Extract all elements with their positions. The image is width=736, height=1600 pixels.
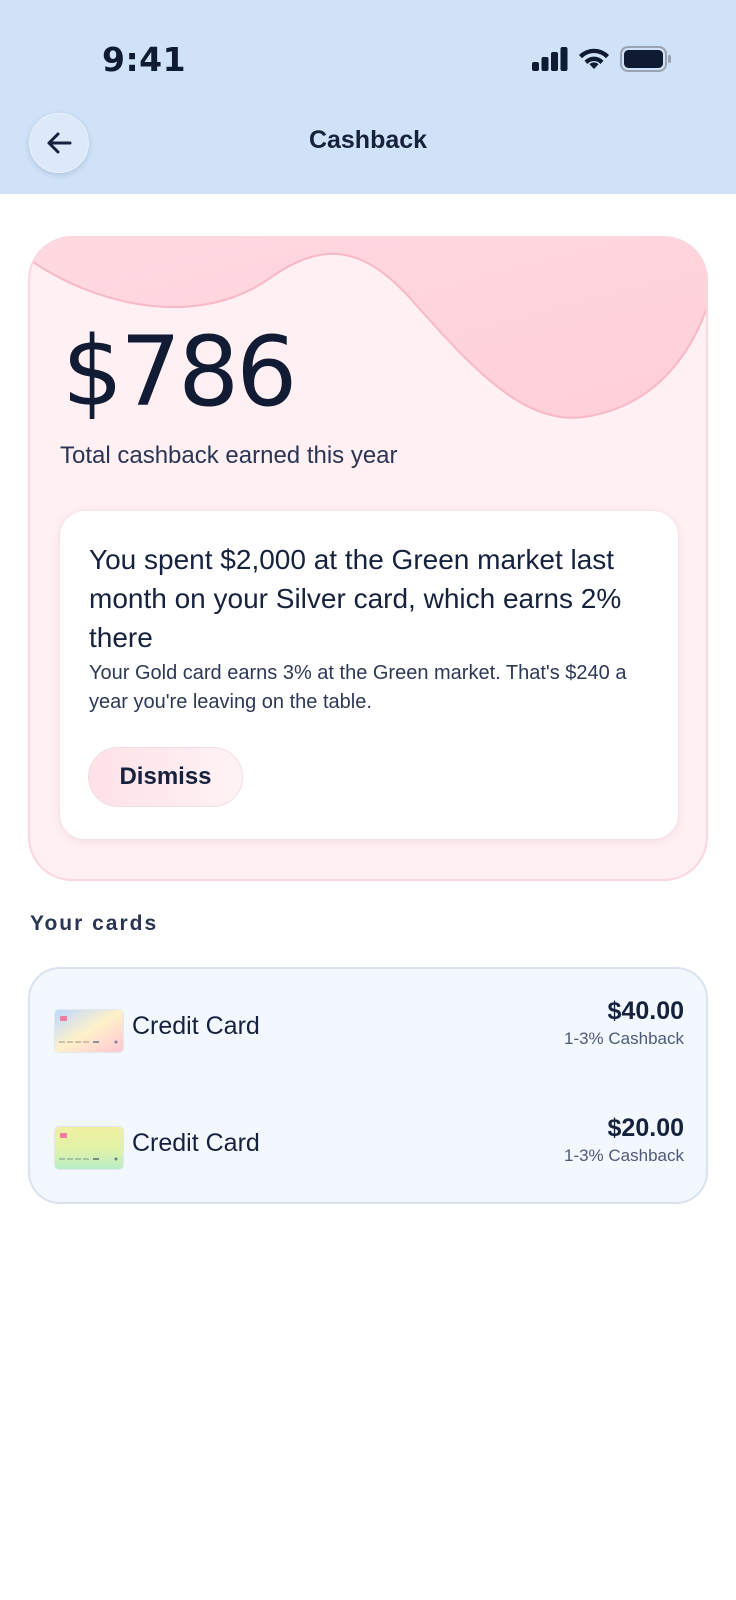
cards-list: Credit Card $40.00 1-3% Cashback Credit … xyxy=(28,967,708,1204)
page-title: Cashback xyxy=(308,126,428,154)
cellular-signal-icon xyxy=(532,47,568,71)
card-row[interactable]: Credit Card $40.00 1-3% Cashback xyxy=(30,997,706,1105)
card-cashback-rate: 1-3% Cashback xyxy=(563,1029,684,1048)
your-cards-heading: Your cards xyxy=(30,912,159,935)
credit-card-thumbnail xyxy=(54,1009,124,1053)
dismiss-button[interactable]: Dismiss xyxy=(88,747,243,807)
status-time: 9:41 xyxy=(102,40,187,79)
insight-card: You spent $2,000 at the Green market las… xyxy=(59,510,679,840)
card-cashback-rate: 1-3% Cashback xyxy=(563,1146,684,1165)
app-header: 9:41 Cashback xyxy=(0,0,736,194)
cashback-summary-card: $786 Total cashback earned this year You… xyxy=(28,236,708,881)
card-name: Credit Card xyxy=(132,1012,260,1040)
card-row[interactable]: Credit Card $20.00 1-3% Cashback xyxy=(30,1114,706,1222)
card-cashback-amount: $20.00 xyxy=(607,1114,684,1142)
status-icons xyxy=(532,44,672,74)
card-name: Credit Card xyxy=(132,1129,260,1157)
card-cashback-amount: $40.00 xyxy=(607,997,684,1025)
credit-card-thumbnail xyxy=(54,1126,124,1170)
battery-icon xyxy=(620,46,671,72)
wifi-icon xyxy=(579,48,609,69)
total-cashback-amount: $786 xyxy=(62,316,297,428)
insight-body: Your Gold card earns 3% at the Green mar… xyxy=(89,662,627,713)
insight-title: You spent $2,000 at the Green market las… xyxy=(89,544,622,653)
total-cashback-label: Total cashback earned this year xyxy=(60,442,398,469)
